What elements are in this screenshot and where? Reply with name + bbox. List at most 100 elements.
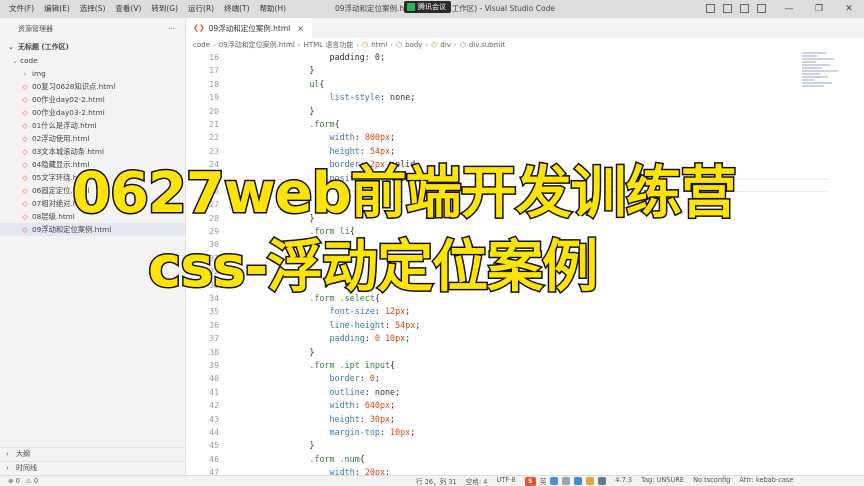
html-file-icon: ◇ (22, 225, 28, 234)
menu-item[interactable]: 文件(F) (4, 0, 39, 18)
toggle-panel-icon[interactable] (723, 4, 732, 13)
more-actions-icon[interactable]: ··· (168, 25, 175, 33)
toggle-sidebar-icon[interactable] (706, 4, 715, 13)
menu-item[interactable]: 编辑(E) (39, 0, 75, 18)
menu-item[interactable]: 运行(R) (183, 0, 219, 18)
chevron-right-icon: › (212, 40, 216, 49)
code-token: width (329, 467, 355, 475)
outline-label: 大纲 (16, 450, 30, 458)
code-line: outline: none; (269, 386, 829, 399)
code-token: : (354, 467, 365, 475)
code-token: ul (269, 78, 320, 89)
code-token: } (269, 440, 315, 451)
line-number: 45 (209, 440, 219, 451)
ime-keyboard-icon (574, 477, 583, 485)
status-encoding[interactable]: UTF-8 (496, 476, 515, 486)
close-icon[interactable]: × (297, 24, 304, 33)
chevron-right-icon: › (23, 69, 27, 78)
status-tsconfig[interactable]: No tsconfig (693, 476, 730, 486)
folder-code[interactable]: ⌄ code (0, 54, 185, 67)
file-item[interactable]: ◇ 00作业day02-2.html (0, 93, 185, 106)
status-version: 4.7.3 (615, 476, 633, 484)
code-token: ; (405, 333, 411, 344)
workspace-root[interactable]: ⌄ 无标题 (工作区) (0, 40, 185, 54)
menu-item[interactable]: 查看(V) (110, 0, 146, 18)
html-file-icon: ◇ (22, 173, 28, 182)
code-line: padding: 0 10px; (269, 332, 829, 345)
html-file-icon: ◇ (22, 134, 28, 143)
chevron-down-icon: ⌄ (12, 56, 18, 65)
outline-section[interactable]: › 大纲 (0, 447, 186, 460)
code-token: list-style (329, 92, 380, 103)
status-tag-mode[interactable]: Tag: UNSURE (641, 476, 684, 486)
code-token: : (379, 426, 391, 437)
file-label: 01什么是浮动.html (32, 120, 97, 130)
line-number: 18 (209, 78, 219, 89)
breadcrumb-item[interactable]: div (440, 41, 451, 49)
menu-item[interactable]: 转到(G) (146, 0, 183, 18)
status-left: ⊗ 0 ⚠ 0 (8, 477, 38, 485)
meeting-badge[interactable]: 腾讯会议 (404, 1, 451, 13)
code-token: ; (390, 132, 396, 143)
menu-item[interactable]: 终端(T) (219, 0, 254, 18)
code-token: ; (410, 426, 416, 437)
file-item[interactable]: ◇ 00复习0628知识点.html (0, 80, 185, 93)
html-file-icon: ◇ (22, 186, 28, 195)
code-line: width: 640px; (269, 399, 829, 412)
code-line: margin-top: 10px; (269, 426, 829, 439)
status-warnings[interactable]: ⚠ 0 (26, 477, 38, 485)
breadcrumb-item[interactable]: HTML 语言功能 (304, 40, 354, 50)
file-item[interactable]: ◇ 00作业day03-2.html (0, 106, 185, 119)
minimize-button[interactable]: — (774, 0, 804, 18)
file-label: 00复习0628知识点.html (32, 81, 116, 91)
folder-item[interactable]: › img (0, 67, 185, 80)
code-token: : (364, 333, 375, 344)
breadcrumb-item[interactable]: html (371, 41, 387, 49)
ime-skin-icon (586, 477, 595, 485)
ime-mode: 英 (539, 478, 547, 486)
status-attr-mode[interactable]: Attr: kebab-case (739, 476, 793, 486)
code-line: font-size: 12px; (269, 305, 829, 318)
status-right: 行 26，列 31 空格: 4 UTF-8 S 英 4.7.3 Tag: UNS… (416, 476, 793, 486)
breadcrumb-item[interactable]: div.submit (469, 41, 505, 49)
code-line: } (269, 64, 829, 77)
chevron-right-icon: › (425, 40, 429, 49)
line-number: 17 (209, 65, 219, 76)
window-controls: — ❐ ✕ (774, 0, 864, 18)
line-number: 38 (209, 346, 219, 357)
close-button[interactable]: ✕ (834, 0, 864, 18)
code-token: ; (385, 467, 391, 475)
status-indentation[interactable]: 空格: 4 (466, 476, 488, 486)
ime-toolbar[interactable]: S 英 (524, 476, 607, 486)
status-errors[interactable]: ⊗ 0 (8, 477, 20, 485)
file-item[interactable]: ◇ 01什么是浮动.html (0, 119, 185, 132)
menu-item[interactable]: 帮助(H) (255, 0, 292, 18)
breadcrumb-item[interactable]: body (405, 41, 422, 49)
code-token: 800px (364, 132, 391, 143)
menu-item[interactable]: 选择(S) (75, 0, 111, 18)
code-line: padding: 0; (269, 51, 829, 64)
ime-toolbox-icon (598, 477, 607, 485)
code-token: : (354, 132, 365, 143)
toggle-secondary-sidebar-icon[interactable] (740, 4, 749, 13)
maximize-button[interactable]: ❐ (804, 0, 834, 18)
breadcrumb-item[interactable]: 09浮动和定位案例.html (219, 40, 295, 50)
code-token: width (329, 400, 355, 411)
code-token: margin-top (329, 426, 380, 437)
tab-active-file[interactable]: ❮❯ 09浮动和定位案例.html × (187, 18, 312, 38)
file-item[interactable]: ◇ 02浮动使用.html (0, 132, 185, 145)
minimap[interactable] (802, 51, 842, 131)
code-token: } (269, 105, 315, 116)
breadcrumb-item[interactable]: code (193, 41, 210, 49)
code-token: line-height (329, 319, 385, 330)
customize-layout-icon[interactable] (757, 4, 766, 13)
timeline-section[interactable]: › 时间线 (0, 461, 186, 474)
code-token: 10px (390, 426, 411, 437)
status-cursor-position[interactable]: 行 26，列 31 (416, 476, 457, 486)
